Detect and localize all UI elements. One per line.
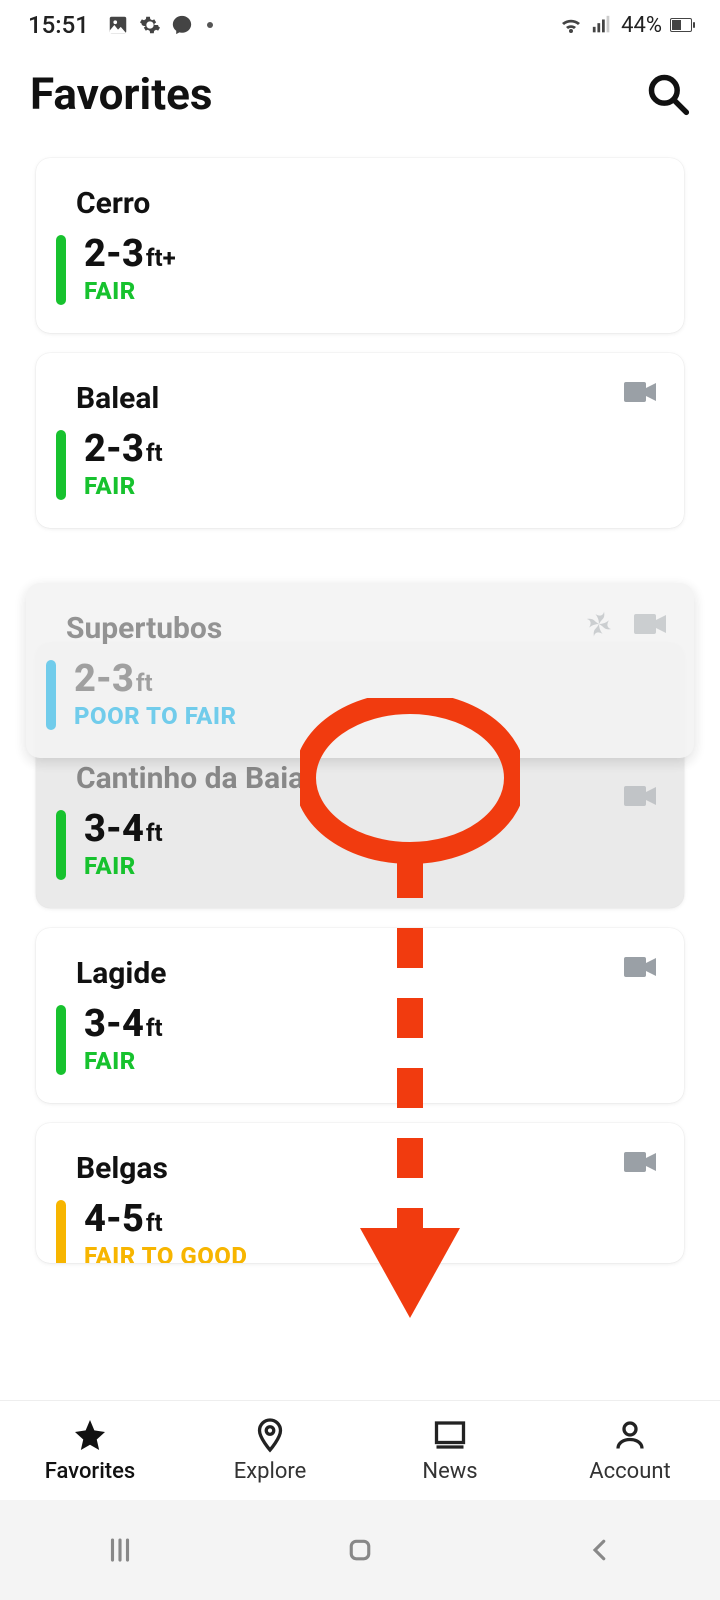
rating-label: FAIR — [84, 472, 163, 500]
spot-name: Belgas — [76, 1151, 650, 1186]
wind-icon[interactable] — [584, 609, 614, 643]
spot-card[interactable]: Belgas 4-5ft FAIR TO GOOD — [36, 1123, 684, 1263]
condition-bar — [56, 1200, 66, 1263]
bottom-nav: Favorites Explore News Account — [0, 1400, 720, 1500]
gallery-icon — [107, 14, 129, 36]
spot-card[interactable]: Lagide 3-4ft FAIR — [36, 928, 684, 1103]
nav-label: Account — [589, 1459, 670, 1484]
spot-card-dragging[interactable]: Supertubos 2-3ft POOR TO FAIR — [26, 583, 694, 758]
search-icon — [646, 72, 690, 116]
system-nav — [0, 1500, 720, 1600]
star-icon — [72, 1417, 108, 1453]
wave-height: 2-3ft+ — [84, 235, 176, 273]
gear-icon — [139, 14, 161, 36]
news-icon — [432, 1417, 468, 1453]
wave-height: 2-3ft — [84, 430, 163, 468]
condition-bar — [56, 810, 66, 880]
camera-icon[interactable] — [624, 1149, 658, 1179]
condition-bar — [46, 660, 56, 730]
reorder-group: Supertubos 2-3ft POOR TO FAIR Cantinho d… — [36, 643, 684, 908]
camera-icon[interactable] — [624, 954, 658, 984]
search-button[interactable] — [646, 72, 690, 116]
nav-label: News — [422, 1459, 477, 1484]
page-title: Favorites — [30, 68, 212, 120]
home-button[interactable] — [345, 1535, 375, 1565]
dot-icon — [207, 22, 213, 28]
wifi-icon — [559, 13, 583, 37]
wave-height: 4-5ft — [84, 1200, 247, 1238]
nav-explore[interactable]: Explore — [180, 1401, 360, 1500]
battery-icon — [670, 18, 692, 32]
spot-name: Cerro — [76, 186, 650, 221]
wave-height: 3-4ft — [84, 810, 163, 848]
camera-icon[interactable] — [624, 783, 658, 813]
nav-label: Explore — [234, 1459, 307, 1484]
spot-name: Supertubos — [66, 611, 660, 646]
spot-card[interactable]: Baleal 2-3ft FAIR — [36, 353, 684, 528]
rating-label: FAIR — [84, 277, 176, 305]
recents-button[interactable] — [105, 1535, 135, 1565]
spot-name: Cantinho da Baia — [76, 761, 650, 796]
rating-label: FAIR — [84, 1047, 163, 1075]
person-icon — [612, 1417, 648, 1453]
condition-bar — [56, 235, 66, 305]
spot-name: Lagide — [76, 956, 650, 991]
spot-name: Baleal — [76, 381, 650, 416]
messenger-icon — [171, 14, 193, 36]
camera-icon[interactable] — [624, 379, 658, 409]
nav-favorites[interactable]: Favorites — [0, 1401, 180, 1500]
rating-label: FAIR — [84, 852, 163, 880]
wave-height: 2-3ft — [74, 660, 237, 698]
app-header: Favorites — [0, 50, 720, 138]
condition-bar — [56, 1005, 66, 1075]
rating-label: POOR TO FAIR — [74, 702, 237, 730]
back-button[interactable] — [585, 1535, 615, 1565]
battery-percent: 44% — [621, 13, 662, 38]
condition-bar — [56, 430, 66, 500]
wave-height: 3-4ft — [84, 1005, 163, 1043]
camera-icon[interactable] — [634, 611, 668, 641]
pin-icon — [252, 1417, 288, 1453]
status-bar: 15:51 44% — [0, 0, 720, 50]
spot-card[interactable]: Cerro 2-3ft+ FAIR — [36, 158, 684, 333]
rating-label: FAIR TO GOOD — [84, 1242, 247, 1263]
nav-news[interactable]: News — [360, 1401, 540, 1500]
signal-icon — [591, 14, 613, 36]
nav-label: Favorites — [45, 1459, 136, 1484]
status-time: 15:51 — [28, 11, 89, 39]
nav-account[interactable]: Account — [540, 1401, 720, 1500]
